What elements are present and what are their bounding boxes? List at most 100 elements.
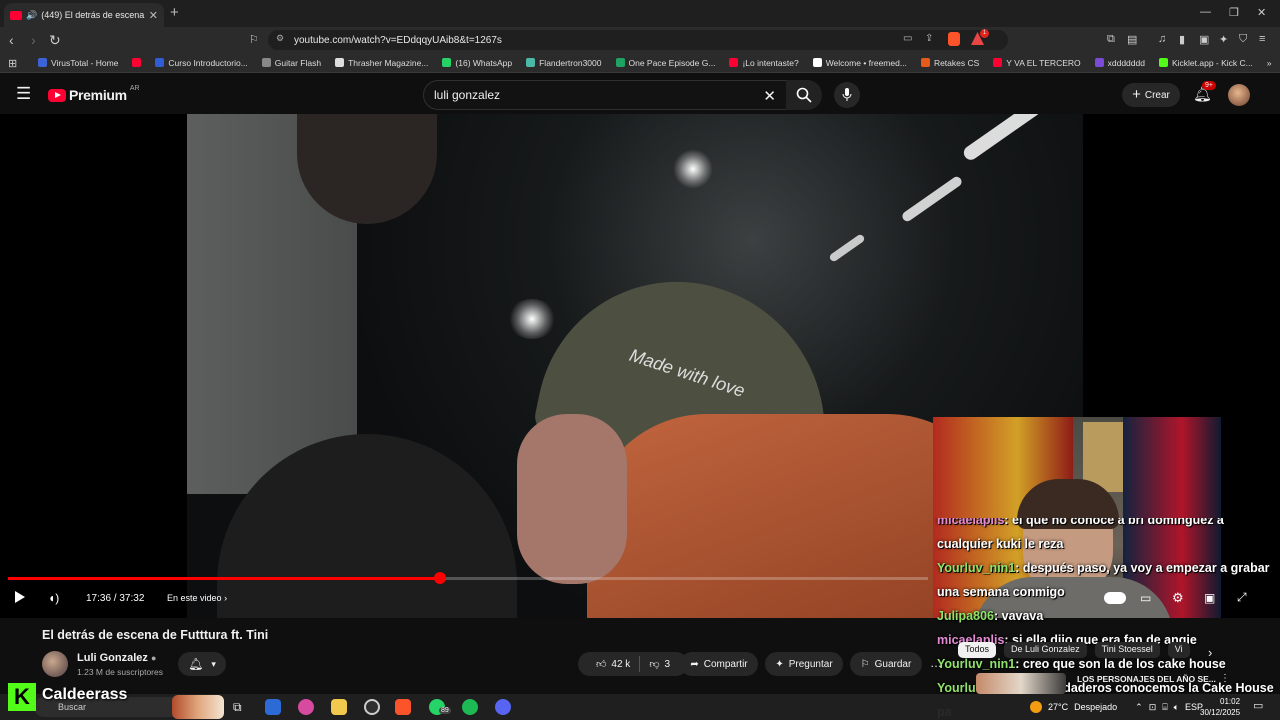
chat-username[interactable]: micaelaplis [937,518,1004,527]
voice-search-button[interactable] [834,82,860,108]
bookmark-item[interactable]: Welcome • freemed... [812,58,907,68]
bookmark-item[interactable] [132,58,142,67]
back-icon[interactable]: ‹ [9,32,14,48]
channel-name-link[interactable]: Luli Gonzalez ● [77,652,156,664]
reader-icon[interactable]: ▤ [1127,33,1137,46]
chat-message: Julipa806: vavava [933,604,1280,628]
bookmark-item[interactable]: Flandertron3000 [526,58,602,68]
clock-date: 30/12/2025 [1200,708,1241,717]
site-info-icon[interactable]: ⚙ [276,33,284,44]
share-button[interactable]: ➦ Compartir [680,652,758,676]
search-button[interactable] [786,80,822,110]
subscriber-count: 1.23 M de suscriptores [77,667,163,677]
account-avatar[interactable] [1228,84,1250,106]
channel-avatar[interactable] [42,651,68,677]
sidebar-icon[interactable]: ▮ [1179,33,1185,46]
channel-name: Luli Gonzalez [77,652,148,664]
bookmark-favicon-icon [261,58,271,67]
audio-playing-icon[interactable]: 🔊 [26,10,37,21]
bookmark-item[interactable]: ¡Lo intentaste? [729,58,799,68]
bookmark-item[interactable]: Thrasher Magazine... [335,58,428,68]
more-actions-icon[interactable]: … [930,656,942,670]
restore-icon[interactable]: ❐ [1229,6,1239,19]
bookmark-item[interactable]: (16) WhatsApp [442,58,512,68]
spotify-taskbar-icon[interactable] [462,699,478,715]
minimize-icon[interactable]: — [1200,6,1211,18]
youtube-play-logo-icon [48,88,66,102]
filter-chip[interactable]: De Luli Gonzalez [1004,642,1087,658]
volume-icon[interactable]: ◖) [48,591,59,605]
notification-center-icon[interactable]: ▭ [1253,699,1263,712]
recommendation-title[interactable]: LOS PERSONAJES DEL AÑO SE... [1077,674,1216,684]
bookmark-item[interactable]: One Pace Episode G... [615,58,715,68]
more-bookmarks-icon[interactable]: » [1267,58,1272,68]
bookmark-item[interactable]: Kicklet.app - Kick C... [1158,58,1253,68]
bookmark-item[interactable]: Y VA EL TERCERO [993,58,1081,68]
bookmark-item[interactable]: xddddddd [1094,58,1145,68]
hamburger-menu-icon[interactable]: ☰ [16,84,31,104]
filter-chip[interactable]: Tini Stoessel [1094,642,1160,658]
recommendation-thumbnail[interactable] [976,673,1066,694]
speaker-icon[interactable]: 🔈︎ [1174,702,1179,713]
extensions-icon[interactable]: ⧉ [1107,33,1115,46]
new-tab-icon[interactable]: + [170,4,179,21]
widgets-icon[interactable] [265,699,281,715]
brave-shield-icon[interactable] [948,32,960,46]
clock[interactable]: 01:02 30/12/2025 [1200,696,1240,718]
ask-button[interactable]: ✦ Preguntar [765,652,843,676]
wallet-icon[interactable]: ▣ [1199,33,1209,46]
tab-close-icon[interactable]: ✕ [149,9,158,22]
ask-label: Preguntar [788,658,833,670]
search-input[interactable]: luli gonzalez ✕ [423,80,787,110]
reload-icon[interactable]: ↻ [49,32,61,49]
network-icon[interactable]: ⌸ [1162,702,1167,713]
leo-ai-icon[interactable]: ✦ [1219,33,1228,46]
vpn-icon[interactable]: ⛉ [1239,33,1247,46]
chat-username[interactable]: Yourluv_nin1 [937,657,1015,671]
scrubber-handle[interactable] [434,572,447,584]
progress-fill [8,577,441,580]
like-button[interactable]: 👍︎ 42 k [596,658,630,671]
browser-tab[interactable]: 🔊 (449) El detrás de escena de F ✕ [4,3,164,27]
share-icon[interactable]: ⇪ [925,33,933,44]
app-icon-pink[interactable] [298,699,314,715]
url-field[interactable]: ⚙ youtube.com/watch?v=EDdqqyUAib8&t=1267… [268,29,1008,50]
chat-username[interactable]: Yourluv_nin1 [937,561,1015,575]
media-icon[interactable]: ♫ [1158,33,1166,45]
forward-icon[interactable]: › [31,32,36,48]
bookmark-label: Curso Introductorio... [168,57,248,68]
youtube-favicon-icon [10,10,22,20]
window-close-icon[interactable]: ✕ [1257,6,1266,19]
subscription-bell-button[interactable]: 🔔︎ ▾ [178,652,226,676]
play-button[interactable] [14,590,26,607]
file-explorer-icon[interactable] [331,699,347,715]
app-icon-gear[interactable] [364,699,380,715]
save-button[interactable]: ⚐ Guardar [850,652,922,676]
apps-grid-icon[interactable]: ⊞ [8,57,17,70]
recommendation-more-icon[interactable]: ⋮ [1220,673,1230,684]
progress-bar[interactable] [8,572,928,584]
youtube-logo[interactable]: Premium AR [48,85,140,103]
filter-chip[interactable]: Vi [1167,642,1190,658]
bookmark-icon[interactable]: ⚐ [249,33,259,46]
bookmark-item[interactable]: VirusTotal - Home [38,58,118,68]
filter-chip[interactable]: Todos [958,642,997,658]
bookmark-item[interactable]: Retakes CS [920,58,979,68]
tray-app-icon[interactable]: ⊡ [1149,702,1157,713]
menu-icon[interactable]: ≡ [1259,33,1265,45]
task-view-icon[interactable]: ⧉ [233,700,242,715]
cast-icon[interactable]: ▭ [903,33,912,44]
create-label: Crear [1144,89,1170,101]
bookmark-favicon-icon [920,58,930,67]
chapter-button[interactable]: En este video › [167,593,227,603]
chat-username[interactable]: Julipa806 [937,609,994,623]
bookmark-item[interactable]: Curso Introductorio... [155,57,248,68]
clear-search-icon[interactable]: ✕ [763,87,776,105]
dislike-button[interactable]: 👎︎ 3 [649,658,670,671]
create-button[interactable]: + Crear [1122,83,1180,107]
brave-taskbar-icon[interactable] [395,699,411,715]
discord-taskbar-icon[interactable] [495,699,511,715]
bookmark-item[interactable]: Guitar Flash [261,58,321,68]
chips-next-icon[interactable]: › [1208,645,1212,660]
tray-expand-icon[interactable]: ⌃ [1135,702,1143,713]
